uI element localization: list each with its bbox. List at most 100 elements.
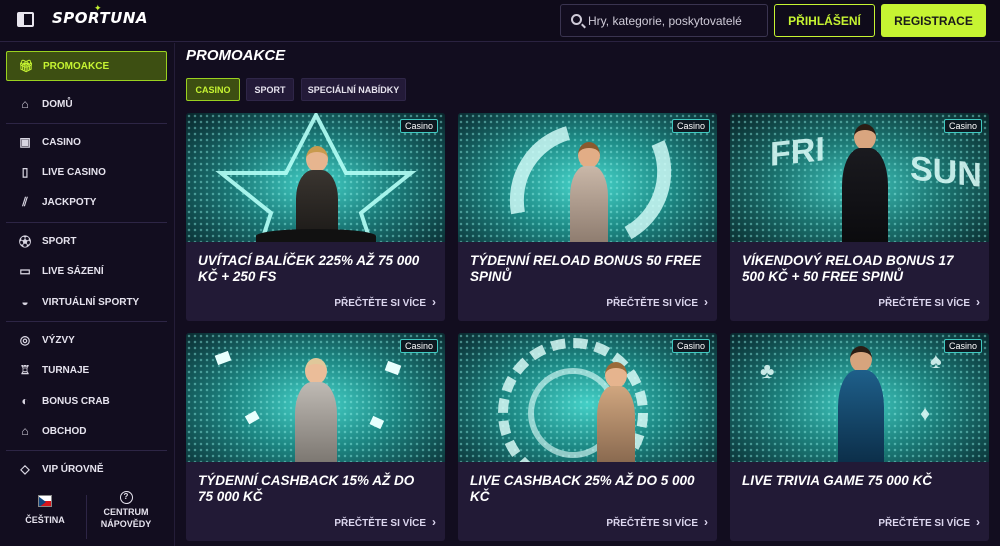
category-badge: Casino bbox=[671, 119, 710, 133]
search-input[interactable] bbox=[588, 13, 763, 29]
login-button[interactable]: PŘIHLÁŠENÍ bbox=[774, 4, 875, 37]
sidebar-item-live-sazeni[interactable]: ▭ LIVE SÁZENÍ bbox=[6, 256, 167, 286]
read-more-link[interactable]: PŘEČTĚTE SI VÍCE › bbox=[878, 295, 980, 309]
promo-title: UVÍTACÍ BALÍČEK 225% AŽ 75 000 KČ + 250 … bbox=[198, 253, 420, 284]
read-more-link[interactable]: PŘEČTĚTE SI VÍCE › bbox=[334, 295, 436, 309]
image-text-fri: FRI bbox=[770, 130, 825, 174]
read-more-label: PŘEČTĚTE SI VÍCE bbox=[606, 298, 698, 309]
category-badge: Casino bbox=[399, 119, 438, 133]
promo-card[interactable]: FRI SUN Casino VÍKENDOVÝ RELOAD BONUS 17… bbox=[730, 113, 989, 321]
sidebar-item-label: VÝZVY bbox=[42, 334, 75, 346]
promo-card[interactable]: Casino TÝDENNÍ RELOAD BONUS 50 FREE SPIN… bbox=[458, 113, 717, 321]
sidebar-item-label: JACKPOTY bbox=[42, 196, 97, 208]
sidebar-item-label: LIVE CASINO bbox=[42, 166, 106, 178]
footer-divider bbox=[86, 495, 87, 539]
diamond-icon: ◇ bbox=[20, 462, 30, 476]
sidebar-item-label: BONUS CRAB bbox=[42, 395, 110, 407]
slot-icon: ▣ bbox=[19, 135, 31, 149]
spade-suit-icon: ♠ bbox=[930, 348, 942, 373]
sidebar-toggle-icon[interactable] bbox=[17, 12, 34, 27]
gift-icon: 🎁︎ bbox=[18, 59, 34, 73]
read-more-link[interactable]: PŘEČTĚTE SI VÍCE › bbox=[606, 295, 708, 309]
category-badge: Casino bbox=[943, 119, 982, 133]
promo-title: LIVE CASHBACK 25% AŽ DO 5 000 KČ bbox=[470, 473, 695, 504]
sidebar-item-obchod[interactable]: ⌂ OBCHOD bbox=[6, 416, 167, 446]
jackpot-icon: ⫽ bbox=[22, 194, 28, 209]
medal-icon: ◎ bbox=[19, 333, 31, 347]
trophy-icon: ♖ bbox=[19, 363, 31, 377]
chevron-right-icon: › bbox=[432, 515, 436, 529]
tab-sport[interactable]: SPORT bbox=[246, 78, 294, 101]
sidebar-item-virtualni-sporty[interactable]: ◒ VIRTUÁLNÍ SPORTY bbox=[6, 287, 167, 317]
read-more-label: PŘEČTĚTE SI VÍCE bbox=[334, 298, 426, 309]
chevron-right-icon: › bbox=[976, 295, 980, 309]
live-card-icon: ▯ bbox=[21, 165, 29, 179]
promo-title: TÝDENNÍ CASHBACK 15% AŽ DO 75 000 KČ bbox=[198, 473, 415, 504]
top-header: SPORTUNA ✦ PŘIHLÁŠENÍ REGISTRACE bbox=[0, 0, 1000, 42]
diamond-suit-icon: ♦ bbox=[920, 403, 931, 425]
promo-title: VÍKENDOVÝ RELOAD BONUS 17 500 KČ + 50 FR… bbox=[742, 253, 954, 284]
sidebar-item-vyzvy[interactable]: ◎ VÝZVY bbox=[6, 325, 167, 355]
sidebar-item-jackpoty[interactable]: ⫽ JACKPOTY bbox=[6, 187, 167, 217]
sidebar-item-promoakce[interactable]: 🎁︎ PROMOAKCE bbox=[6, 51, 167, 81]
chevron-right-icon: › bbox=[704, 515, 708, 529]
sidebar-item-sport[interactable]: ⚽︎ SPORT bbox=[6, 226, 167, 256]
club-suit-icon: ♣ bbox=[760, 358, 775, 383]
sidebar-divider bbox=[6, 450, 167, 451]
question-icon: ? bbox=[119, 491, 133, 504]
sidebar: 🎁︎ PROMOAKCE ⌂ DOMŮ ▣ CASINO ▯ LIVE CASI… bbox=[0, 43, 175, 546]
help-label-line2: NÁPOVĚDY bbox=[100, 519, 152, 529]
sidebar-item-domu[interactable]: ⌂ DOMŮ bbox=[6, 89, 167, 119]
category-badge: Casino bbox=[399, 339, 438, 353]
language-selector[interactable]: ČEŠTINA bbox=[18, 495, 72, 525]
promo-card[interactable]: Casino TÝDENNÍ CASHBACK 15% AŽ DO 75 000… bbox=[186, 333, 445, 541]
tab-special-offers[interactable]: SPECIÁLNÍ NABÍDKY bbox=[301, 78, 406, 101]
hostess-figure bbox=[594, 362, 638, 462]
read-more-label: PŘEČTĚTE SI VÍCE bbox=[334, 518, 426, 529]
tab-casino[interactable]: CASINO bbox=[186, 78, 240, 101]
sidebar-item-turnaje[interactable]: ♖ TURNAJE bbox=[6, 355, 167, 385]
read-more-link[interactable]: PŘEČTĚTE SI VÍCE › bbox=[334, 515, 436, 529]
chevron-right-icon: › bbox=[704, 295, 708, 309]
page-title: PROMOAKCE bbox=[186, 47, 286, 64]
read-more-label: PŘEČTĚTE SI VÍCE bbox=[606, 518, 698, 529]
register-button[interactable]: REGISTRACE bbox=[881, 4, 986, 37]
read-more-link[interactable]: PŘEČTĚTE SI VÍCE › bbox=[606, 515, 708, 529]
promo-card[interactable]: ♣ ♠ ♦ Casino LIVE TRIVIA GAME 75 000 KČ … bbox=[730, 333, 989, 541]
promo-title: LIVE TRIVIA GAME 75 000 KČ bbox=[742, 473, 933, 488]
help-center-link[interactable]: ? CENTRUM NÁPOVĚDY bbox=[96, 491, 156, 530]
read-more-label: PŘEČTĚTE SI VÍCE bbox=[878, 298, 970, 309]
read-more-link[interactable]: PŘEČTĚTE SI VÍCE › bbox=[878, 515, 980, 529]
search-icon bbox=[571, 14, 582, 25]
sidebar-item-label: SPORT bbox=[42, 235, 77, 247]
sidebar-item-label: TURNAJE bbox=[42, 364, 90, 376]
shop-icon: ⌂ bbox=[21, 424, 29, 438]
hostess-figure bbox=[292, 358, 340, 462]
sidebar-item-label: VIRTUÁLNÍ SPORTY bbox=[42, 296, 140, 308]
chevron-right-icon: › bbox=[976, 515, 980, 529]
sidebar-divider bbox=[6, 123, 167, 124]
promo-card[interactable]: Casino LIVE CASHBACK 25% AŽ DO 5 000 KČ … bbox=[458, 333, 717, 541]
sidebar-footer: ČEŠTINA ? CENTRUM NÁPOVĚDY bbox=[0, 491, 175, 546]
gamepad-icon: ◒ bbox=[21, 295, 29, 309]
home-icon: ⌂ bbox=[21, 97, 29, 111]
sidebar-item-vip-urovne[interactable]: ◇ VIP ÚROVNĚ bbox=[6, 454, 167, 484]
language-label: ČEŠTINA bbox=[25, 515, 65, 525]
czech-flag-icon bbox=[38, 495, 52, 507]
hostess-figure bbox=[294, 146, 340, 242]
sidebar-item-live-casino[interactable]: ▯ LIVE CASINO bbox=[6, 157, 167, 187]
sidebar-item-bonus-crab[interactable]: ◐ BONUS CRAB bbox=[6, 386, 167, 416]
soccer-ball-icon: ⚽︎ bbox=[18, 234, 31, 249]
promo-card[interactable]: Casino UVÍTACÍ BALÍČEK 225% AŽ 75 000 KČ… bbox=[186, 113, 445, 321]
sidebar-item-casino[interactable]: ▣ CASINO bbox=[6, 127, 167, 157]
host-figure bbox=[838, 346, 884, 462]
search-box[interactable] bbox=[560, 4, 768, 37]
sidebar-item-label: DOMŮ bbox=[42, 98, 73, 110]
sidebar-item-label: VIP ÚROVNĚ bbox=[42, 463, 104, 475]
crab-icon: ◐ bbox=[21, 394, 29, 408]
category-badge: Casino bbox=[671, 339, 710, 353]
image-text-sun: SUN bbox=[910, 149, 982, 195]
host-figure bbox=[842, 124, 888, 242]
live-video-icon: ▭ bbox=[19, 264, 31, 278]
chevron-right-icon: › bbox=[432, 295, 436, 309]
